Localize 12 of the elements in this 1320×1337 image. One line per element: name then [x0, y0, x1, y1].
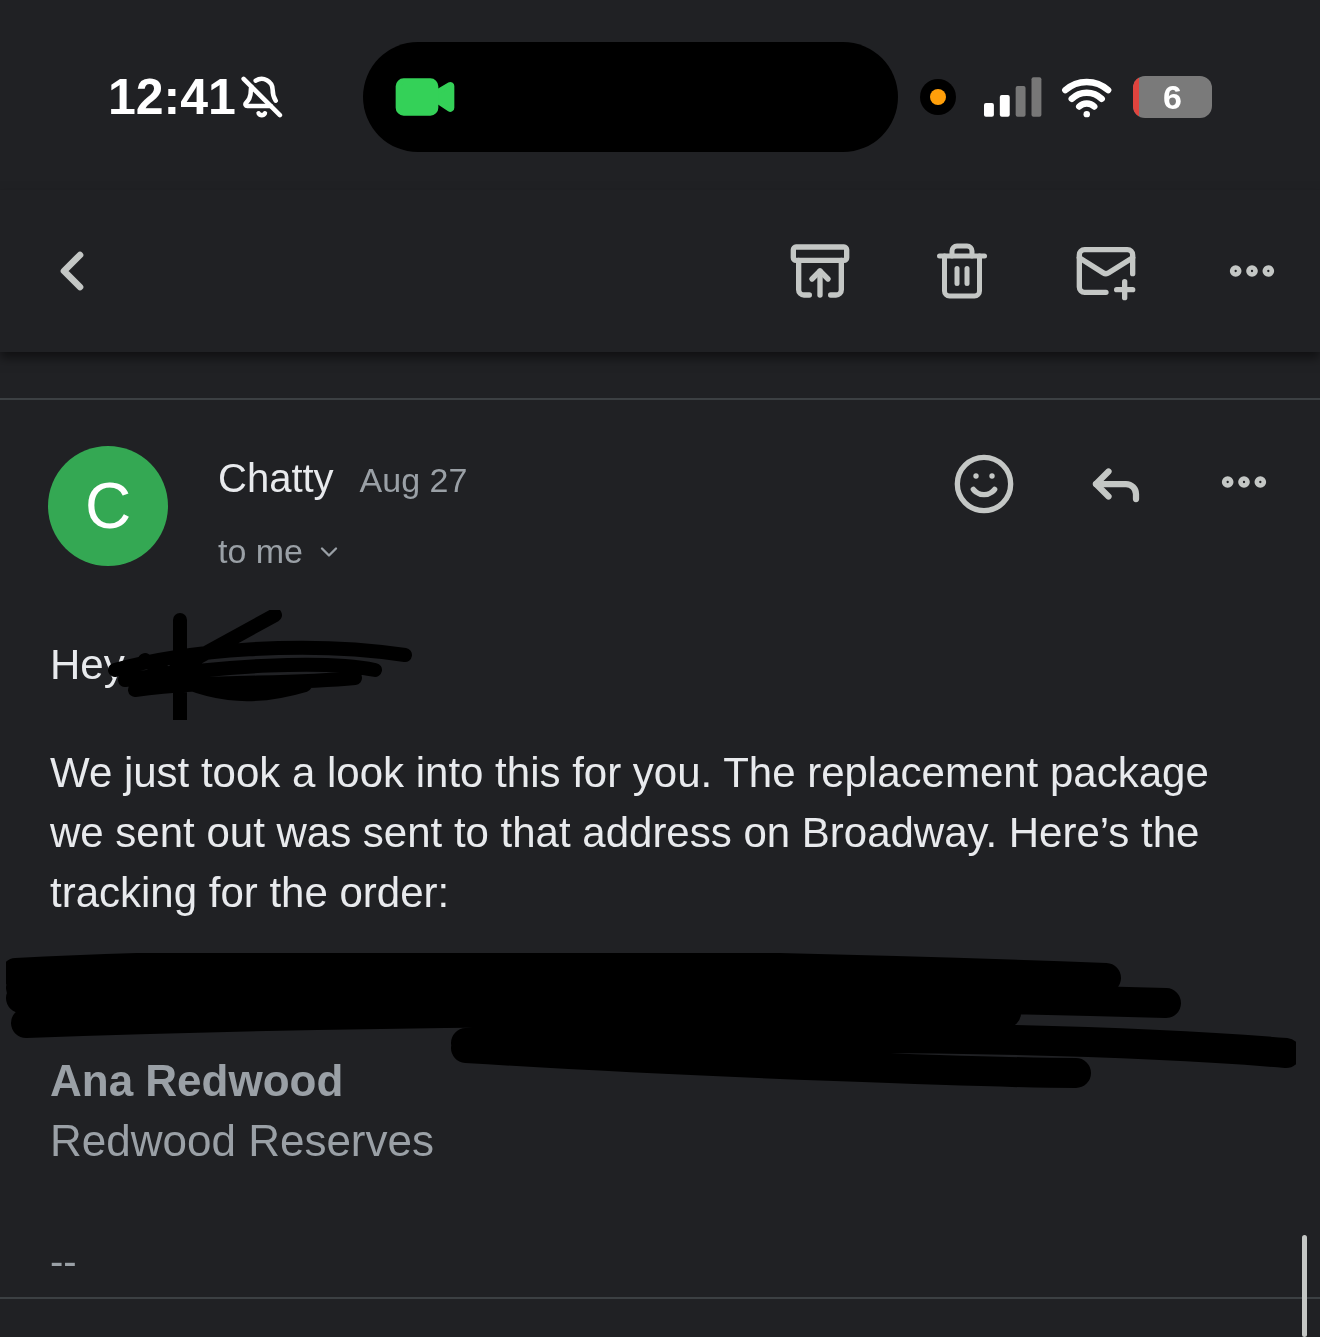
sender-name: Chatty — [218, 455, 334, 502]
signature-separator: -- — [50, 1238, 78, 1285]
recipient-toggle[interactable]: to me — [218, 526, 468, 577]
sender-avatar: C — [48, 446, 168, 566]
battery-indicator: 6 — [1132, 76, 1212, 118]
message-paragraph: We just took a look into this for you. The replacement package we sent out was sent to that address on Broadway. Here’s the tracking for the order: — [50, 748, 1210, 918]
signature-company: Redwood Reserves — [50, 1115, 435, 1167]
signature-name: Ana Redwood — [50, 1055, 345, 1107]
status-time: 12:41 — [108, 67, 236, 127]
message-date: Aug 27 — [359, 460, 468, 501]
emoji-reaction-button[interactable] — [952, 452, 1016, 516]
signal-icon — [984, 77, 1044, 117]
